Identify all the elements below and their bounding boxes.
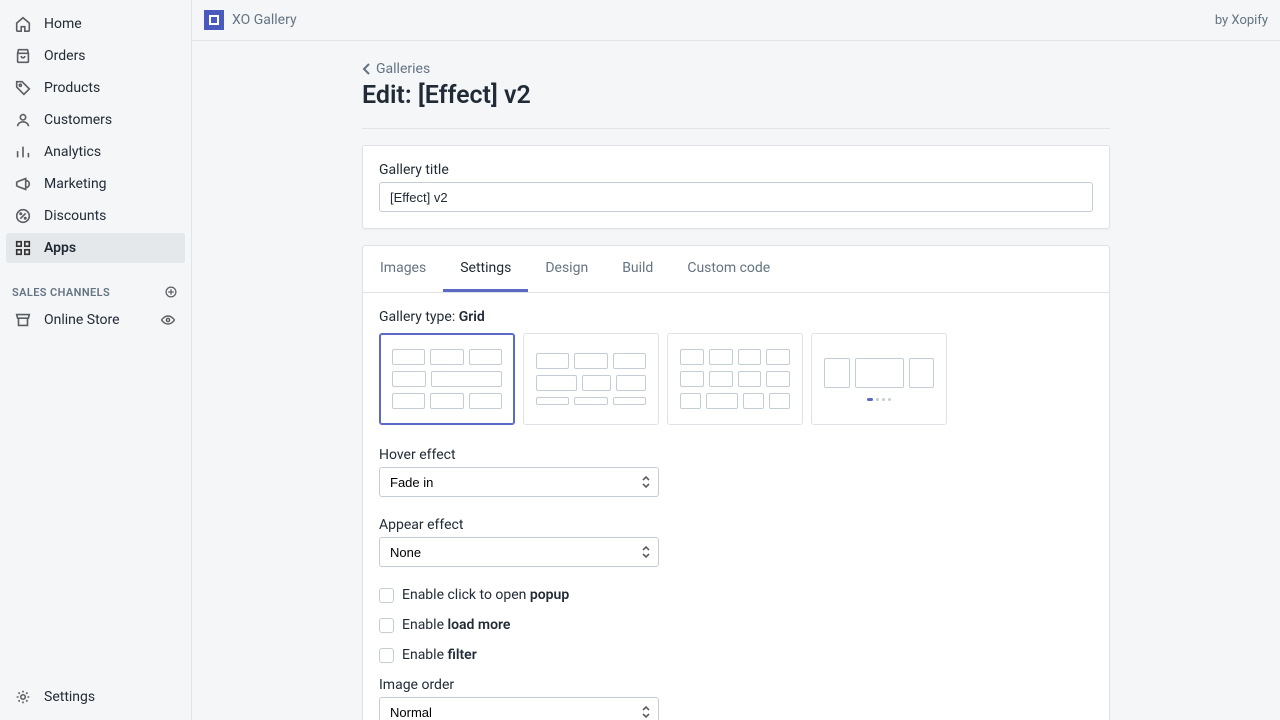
sidebar-item-customers[interactable]: Customers xyxy=(6,105,185,135)
gallery-type-options xyxy=(379,333,1093,425)
home-icon xyxy=(14,15,32,33)
sidebar-item-label: Marketing xyxy=(44,176,107,192)
gallery-type-line: Gallery type: Grid xyxy=(379,309,1093,325)
image-order-select[interactable]: Normal xyxy=(379,697,659,720)
hover-effect-label: Hover effect xyxy=(379,447,1093,463)
tab-settings[interactable]: Settings xyxy=(443,246,528,292)
app-byline: by Xopify xyxy=(1215,13,1268,28)
gear-icon xyxy=(14,688,32,706)
checkbox-label: Enable load more xyxy=(402,617,510,633)
sidebar-item-label: Online Store xyxy=(44,312,120,328)
settings-card: Images Settings Design Build Custom code… xyxy=(362,245,1110,720)
gallery-type-prefix: Gallery type: xyxy=(379,309,459,325)
sidebar-item-analytics[interactable]: Analytics xyxy=(6,137,185,167)
sidebar-item-label: Discounts xyxy=(44,208,106,224)
content-column: Galleries Edit: [Effect] v2 Gallery titl… xyxy=(362,61,1110,720)
sidebar-item-label: Orders xyxy=(44,48,86,64)
gallery-title-label: Gallery title xyxy=(379,162,1093,178)
type-option-grid[interactable] xyxy=(379,333,515,425)
tag-icon xyxy=(14,79,32,97)
app-title: XO Gallery xyxy=(232,12,297,28)
checkbox-icon xyxy=(379,588,394,603)
orders-icon xyxy=(14,47,32,65)
gallery-title-input[interactable] xyxy=(379,182,1093,212)
appear-effect-label: Appear effect xyxy=(379,517,1093,533)
view-store-icon[interactable] xyxy=(159,311,177,329)
enable-filter-checkbox[interactable]: Enable filter xyxy=(379,647,1093,663)
page-title: Edit: [Effect] v2 xyxy=(362,81,1110,129)
type-option-justified[interactable] xyxy=(667,333,803,425)
appear-effect-select[interactable]: None xyxy=(379,537,659,567)
checkbox-label: Enable click to open popup xyxy=(402,587,569,603)
sidebar-item-discounts[interactable]: Discounts xyxy=(6,201,185,231)
sidebar-item-label: Settings xyxy=(44,689,95,705)
chevron-left-icon xyxy=(362,62,372,76)
type-option-masonry[interactable] xyxy=(523,333,659,425)
sidebar-item-label: Products xyxy=(44,80,100,96)
apps-icon xyxy=(14,239,32,257)
sidebar-item-label: Home xyxy=(44,16,82,32)
tab-custom-code[interactable]: Custom code xyxy=(670,246,787,292)
checkbox-icon xyxy=(379,618,394,633)
analytics-icon xyxy=(14,143,32,161)
sales-channels-heading: SALES CHANNELS xyxy=(0,272,191,304)
section-heading-label: SALES CHANNELS xyxy=(12,286,110,299)
main-area: XO Gallery by Xopify Galleries Edit: [Ef… xyxy=(192,0,1280,720)
type-option-carousel[interactable] xyxy=(811,333,947,425)
settings-tabs: Images Settings Design Build Custom code xyxy=(363,246,1109,293)
store-icon xyxy=(14,311,32,329)
sidebar-item-products[interactable]: Products xyxy=(6,73,185,103)
breadcrumb-back[interactable]: Galleries xyxy=(362,61,430,77)
sidebar-item-marketing[interactable]: Marketing xyxy=(6,169,185,199)
app-logo-icon xyxy=(204,10,224,30)
sidebar: Home Orders Products Customers Analytics… xyxy=(0,0,192,720)
gallery-type-value: Grid xyxy=(459,309,485,325)
discount-icon xyxy=(14,207,32,225)
app-topbar: XO Gallery by Xopify xyxy=(192,0,1280,41)
enable-loadmore-checkbox[interactable]: Enable load more xyxy=(379,617,1093,633)
tab-images[interactable]: Images xyxy=(363,246,443,292)
title-card: Gallery title xyxy=(362,145,1110,229)
sidebar-item-label: Analytics xyxy=(44,144,101,160)
sidebar-item-online-store[interactable]: Online Store xyxy=(6,305,185,335)
image-order-label: Image order xyxy=(379,677,1093,693)
tab-build[interactable]: Build xyxy=(605,246,670,292)
checkbox-label: Enable filter xyxy=(402,647,477,663)
sidebar-item-label: Customers xyxy=(44,112,112,128)
breadcrumb-label: Galleries xyxy=(376,61,430,77)
enable-popup-checkbox[interactable]: Enable click to open popup xyxy=(379,587,1093,603)
megaphone-icon xyxy=(14,175,32,193)
tab-design[interactable]: Design xyxy=(528,246,605,292)
checkbox-icon xyxy=(379,648,394,663)
hover-effect-select[interactable]: Fade in xyxy=(379,467,659,497)
add-channel-button[interactable] xyxy=(163,284,179,300)
sidebar-item-settings[interactable]: Settings xyxy=(6,680,185,714)
sidebar-item-orders[interactable]: Orders xyxy=(6,41,185,71)
sidebar-item-label: Apps xyxy=(44,240,76,256)
sidebar-item-home[interactable]: Home xyxy=(6,9,185,39)
sidebar-item-apps[interactable]: Apps xyxy=(6,233,185,263)
user-icon xyxy=(14,111,32,129)
content-scroll[interactable]: Galleries Edit: [Effect] v2 Gallery titl… xyxy=(192,41,1280,720)
